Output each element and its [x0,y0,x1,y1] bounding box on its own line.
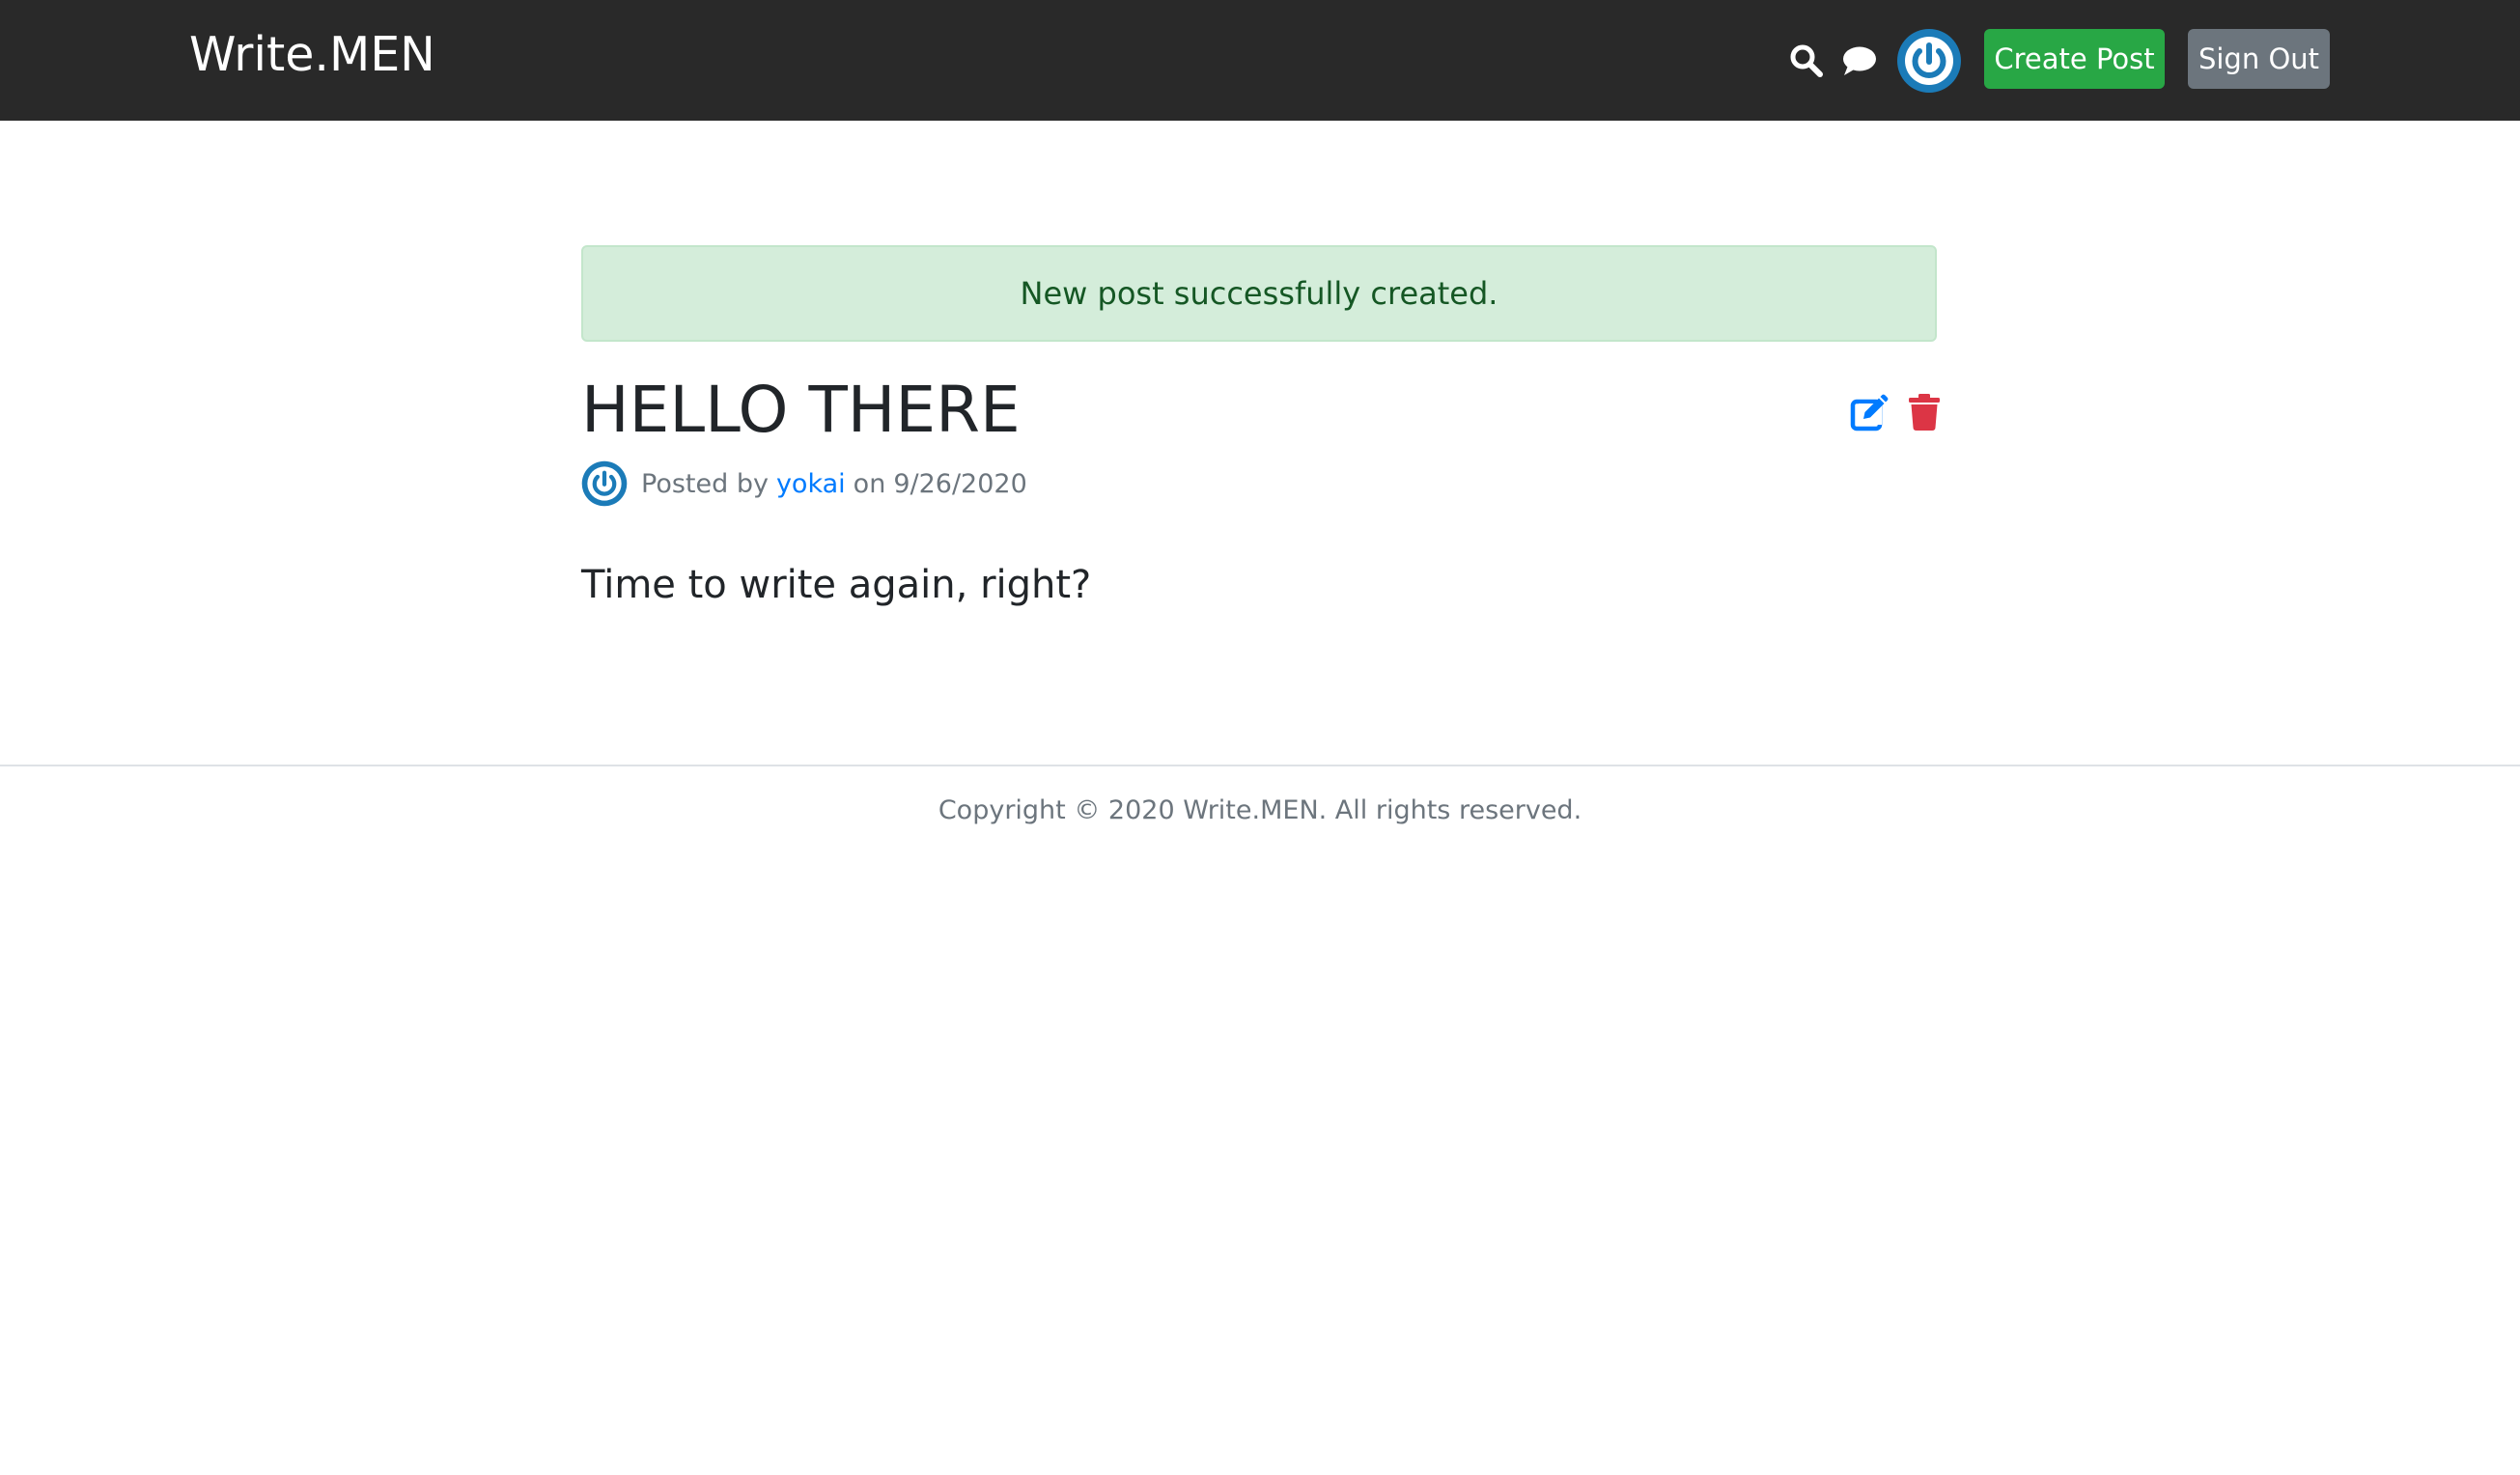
post-date: 9/26/2020 [893,468,1027,499]
trash-icon[interactable] [1909,394,1940,431]
avatar[interactable] [1896,28,1962,94]
posted-by-label: Posted by [641,468,769,499]
create-post-button[interactable]: Create Post [1984,29,2165,89]
navbar: Write.MEN Create Post Sign Out [0,0,2520,121]
sign-out-button[interactable]: Sign Out [2188,29,2330,89]
date-prefix: on [853,468,886,499]
author-avatar[interactable] [581,460,641,507]
search-icon[interactable] [1789,43,1824,78]
footer-divider [0,765,2520,766]
chat-icon[interactable] [1842,46,1877,77]
brand-logo[interactable]: Write.MEN [189,27,435,82]
author-link[interactable]: yokai [776,469,846,499]
footer-copyright: Copyright © 2020 Write.MEN. All rights r… [938,795,1582,825]
success-alert: New post successfully created. [581,245,1937,342]
post-title: HELLO THERE [581,373,1021,447]
post-meta: Posted by yokai on 9/26/2020 [581,459,1027,508]
edit-icon[interactable] [1850,394,1889,432]
post-body: Time to write again, right? [581,563,1092,607]
